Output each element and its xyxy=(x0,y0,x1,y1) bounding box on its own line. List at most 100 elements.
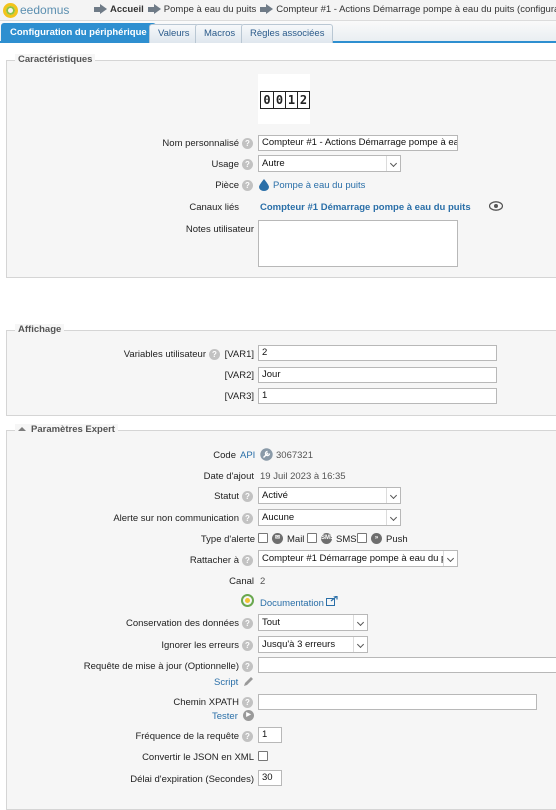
rattacher-label: Rattacher à xyxy=(189,555,239,566)
statut-label: Statut xyxy=(214,491,239,502)
help-icon[interactable]: ? xyxy=(242,138,253,149)
push-checkbox[interactable] xyxy=(357,533,367,543)
breadcrumb-room[interactable]: Pompe à eau du puits xyxy=(164,4,256,15)
counter-digit: 0 xyxy=(273,92,285,108)
frequence-input[interactable]: 1 xyxy=(258,727,282,743)
help-icon[interactable]: ? xyxy=(242,180,253,191)
chevron-down-icon xyxy=(386,156,400,171)
var2-input[interactable]: Jour xyxy=(258,367,497,383)
eedomus-logo[interactable]: eedomus xyxy=(3,2,69,18)
piece-label: Pièce xyxy=(215,180,239,191)
notes-label: Notes utilisateur xyxy=(185,224,254,235)
breadcrumb-home[interactable]: Accueil xyxy=(110,4,144,15)
alerte-select[interactable]: Aucune xyxy=(258,509,401,526)
help-icon[interactable]: ? xyxy=(242,618,253,629)
help-icon[interactable]: ? xyxy=(242,555,253,566)
usage-select[interactable]: Autre xyxy=(258,155,401,172)
help-icon[interactable]: ? xyxy=(242,513,253,524)
tab-bar: Configuration du périphérique Valeurs Ma… xyxy=(0,21,556,43)
type-alerte-label: Type d'alerte xyxy=(200,534,255,545)
help-icon[interactable]: ? xyxy=(209,349,220,360)
chevron-down-icon xyxy=(353,615,367,630)
json-checkbox[interactable] xyxy=(258,751,268,761)
xpath-label: Chemin XPATH xyxy=(173,697,239,708)
help-icon[interactable]: ? xyxy=(242,640,253,651)
arrow-right-icon xyxy=(260,4,274,15)
sms-label: SMS xyxy=(336,534,357,545)
piece-link[interactable]: Pompe à eau du puits xyxy=(273,180,365,191)
caracteristiques-legend: Caractéristiques xyxy=(15,54,96,65)
arrow-right-icon xyxy=(147,4,161,15)
script-link[interactable]: Script xyxy=(214,677,238,688)
ignorer-label: Ignorer les erreurs xyxy=(161,640,239,651)
help-icon[interactable]: ? xyxy=(242,159,253,170)
delai-label: Délai d'expiration (Secondes) xyxy=(130,774,254,785)
help-icon[interactable]: ? xyxy=(242,697,253,708)
requete-input[interactable] xyxy=(258,657,556,673)
nom-input[interactable]: Compteur #1 - Actions Démarrage pompe à … xyxy=(258,135,458,151)
nom-label: Nom personnalisé xyxy=(162,138,239,149)
var3-input[interactable]: 1 xyxy=(258,388,497,404)
usage-value: Autre xyxy=(262,158,285,169)
chevron-down-icon xyxy=(386,488,400,503)
tester-link[interactable]: Tester xyxy=(212,711,238,722)
tab-macros[interactable]: Macros xyxy=(195,24,245,43)
eedomus-logo-icon xyxy=(3,2,18,18)
canal-label: Canal xyxy=(229,576,254,587)
pencil-icon[interactable] xyxy=(243,676,254,690)
help-icon[interactable]: ? xyxy=(242,731,253,742)
notes-textarea[interactable] xyxy=(258,220,458,267)
documentation-icon xyxy=(241,594,254,610)
sms-checkbox[interactable] xyxy=(307,533,317,543)
external-link-icon[interactable] xyxy=(326,595,338,609)
chevron-down-icon xyxy=(386,510,400,525)
affichage-legend: Affichage xyxy=(15,324,65,335)
var1-input[interactable]: 2 xyxy=(258,345,497,361)
counter-digit: 1 xyxy=(285,92,297,108)
date-label: Date d'ajout xyxy=(203,471,254,482)
help-icon[interactable]: ? xyxy=(242,491,253,502)
arrow-right-icon xyxy=(94,4,107,15)
mail-label: Mail xyxy=(287,534,305,545)
code-label: Code xyxy=(213,450,236,461)
rattacher-value: Compteur #1 Démarrage pompe à eau du pui… xyxy=(262,553,458,564)
canaux-link[interactable]: Compteur #1 Démarrage pompe à eau du pui… xyxy=(260,202,471,213)
mail-icon: ✉ xyxy=(272,533,283,544)
alerte-value: Aucune xyxy=(262,512,295,523)
ignorer-select[interactable]: Jusqu'à 3 erreurs xyxy=(258,636,368,653)
counter-digit: 2 xyxy=(297,92,309,108)
counter-display: 0 0 1 2 xyxy=(258,74,310,124)
xpath-input[interactable] xyxy=(258,694,537,710)
tab-valeurs[interactable]: Valeurs xyxy=(149,24,199,43)
tab-regles-associees[interactable]: Règles associées xyxy=(241,24,334,43)
tab-configuration[interactable]: Configuration du périphérique xyxy=(1,23,156,43)
push-icon: » xyxy=(371,533,382,544)
brand-name: eedomus xyxy=(20,3,70,17)
conservation-select[interactable]: Tout xyxy=(258,614,368,631)
rattacher-select[interactable]: Compteur #1 Démarrage pompe à eau du pui… xyxy=(258,550,458,567)
breadcrumb: Accueil Pompe à eau du puits Compteur #1… xyxy=(90,4,556,15)
requete-label: Requête de mise à jour (Optionnelle) xyxy=(83,661,239,672)
canaux-label: Canaux liés xyxy=(189,202,239,213)
top-bar: eedomus Accueil Pompe à eau du puits Com… xyxy=(0,0,556,21)
help-icon[interactable]: ? xyxy=(242,661,253,672)
push-label: Push xyxy=(386,534,408,545)
conservation-value: Tout xyxy=(262,617,280,628)
mail-checkbox[interactable] xyxy=(258,533,268,543)
statut-select[interactable]: Activé xyxy=(258,487,401,504)
alerte-label: Alerte sur non communication xyxy=(113,513,239,524)
delai-input[interactable]: 30 xyxy=(258,770,282,786)
play-icon[interactable]: ▶ xyxy=(243,710,254,721)
eye-icon[interactable] xyxy=(488,201,504,214)
chevron-down-icon xyxy=(353,637,367,652)
conservation-label: Conservation des données xyxy=(125,618,239,629)
var2-tag: [VAR2] xyxy=(224,370,254,381)
usage-label: Usage xyxy=(211,159,239,170)
variables-label: Variables utilisateur xyxy=(123,349,206,360)
api-link[interactable]: API xyxy=(240,450,255,461)
canal-value: 2 xyxy=(260,576,266,587)
var1-tag: [VAR1] xyxy=(224,349,254,360)
code-value: 3067321 xyxy=(276,450,313,461)
expert-legend[interactable]: Paramètres Expert xyxy=(15,424,118,435)
documentation-link[interactable]: Documentation xyxy=(260,598,324,609)
